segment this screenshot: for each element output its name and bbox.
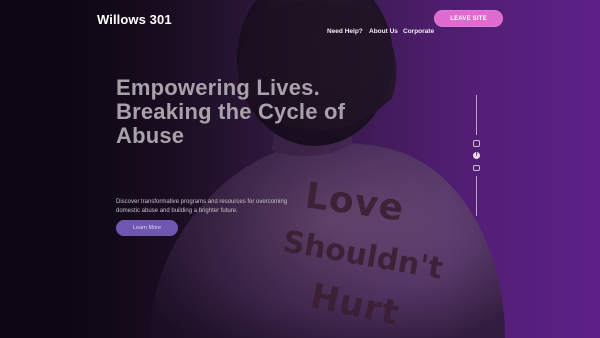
top-navigation: Willows 301 Need Help? About Us Corporat… — [0, 0, 600, 36]
hero-subtext: Discover transformative programs and res… — [116, 199, 288, 214]
hero-photo — [0, 0, 600, 338]
social-rail: f — [470, 95, 484, 219]
site-logo[interactable]: Willows 301 — [97, 12, 172, 27]
instagram-icon[interactable] — [473, 140, 480, 147]
leave-site-button[interactable]: LEAVE SITE — [434, 10, 503, 27]
back-writing-shouldnt: Shouldn't — [280, 224, 446, 287]
rail-divider-bottom — [476, 176, 477, 216]
youtube-icon[interactable] — [473, 165, 480, 171]
hero-headline: Empowering Lives. Breaking the Cycle of … — [116, 75, 346, 148]
learn-more-button[interactable]: Learn More — [116, 220, 178, 236]
facebook-icon[interactable]: f — [473, 152, 480, 159]
hero-section: Love Shouldn't Hurt Willows 301 Need Hel… — [0, 0, 600, 338]
nav-need-help[interactable]: Need Help? — [327, 28, 363, 35]
nav-corporate[interactable]: Corporate — [403, 28, 434, 35]
back-writing-love: Love — [302, 175, 407, 230]
rail-divider-top — [476, 95, 477, 135]
nav-about-us[interactable]: About Us — [369, 28, 398, 35]
back-writing-hurt: Hurt — [306, 276, 403, 334]
